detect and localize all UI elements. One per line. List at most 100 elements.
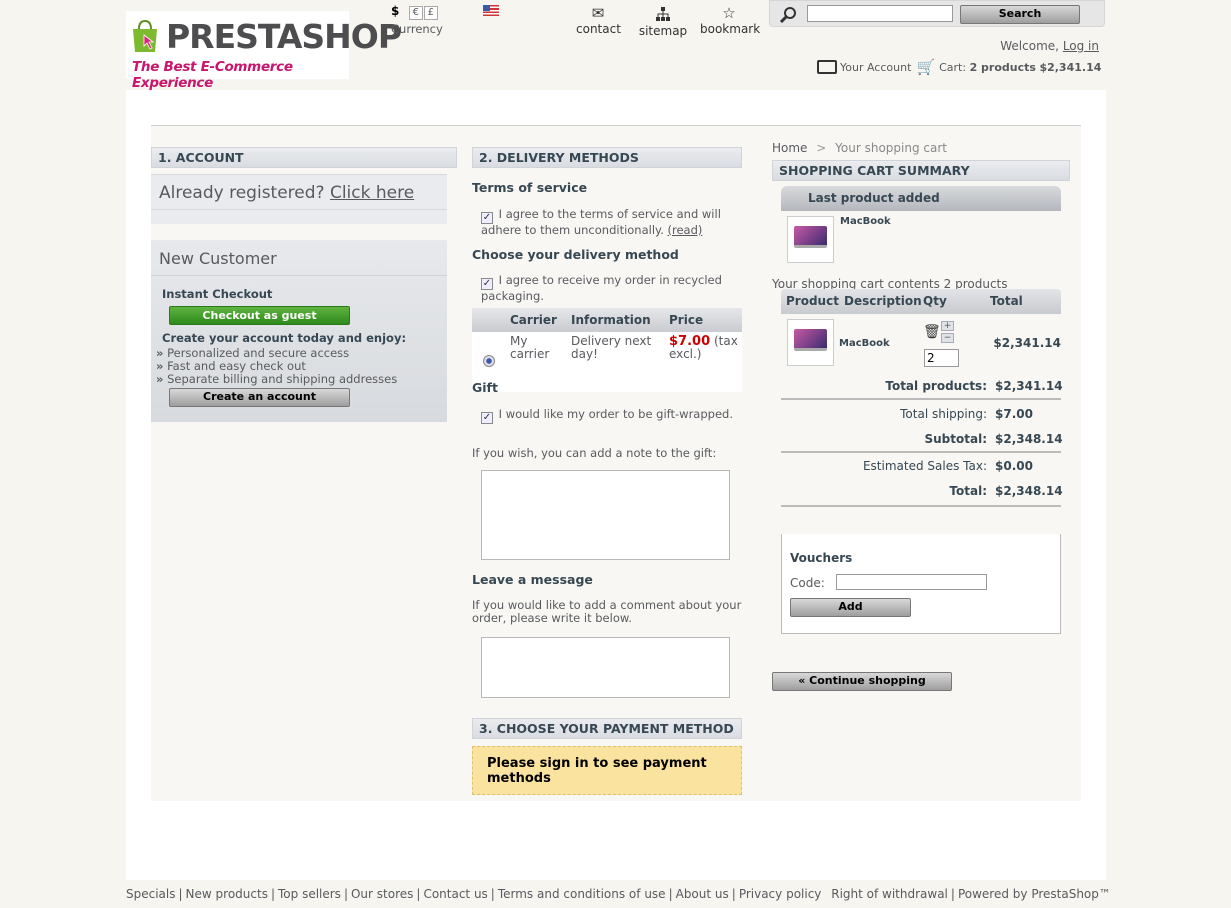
vouchers-box: Vouchers Code: Add	[781, 534, 1061, 634]
last-added-thumb[interactable]	[787, 216, 834, 263]
information-col-header: Information	[567, 308, 665, 332]
store-logo[interactable]: PRESTASHOP The Best E-Commerce Experienc…	[126, 11, 402, 91]
footer-link-contact[interactable]: Contact us	[420, 887, 490, 901]
continue-shopping-button[interactable]: « Continue shopping	[772, 672, 952, 691]
instant-checkout-title: Instant Checkout	[162, 287, 273, 301]
footer-link-our-stores[interactable]: Our stores	[348, 887, 416, 901]
laptop-image	[794, 226, 827, 248]
cart-item-total: $2,341.14	[993, 336, 1061, 350]
payment-signin-notice: Please sign in to see payment methods	[472, 746, 742, 795]
bookmark-link[interactable]: ☆ bookmark	[700, 4, 760, 36]
terms-title: Terms of service	[472, 180, 588, 195]
last-added-name[interactable]: MacBook	[840, 216, 891, 227]
checkout-as-guest-button[interactable]: Checkout as guest	[169, 306, 350, 325]
new-customer-box: New Customer Instant Checkout Checkout a…	[151, 240, 447, 422]
add-voucher-button[interactable]: Add	[790, 598, 911, 617]
already-registered-box: Already registered? Click here	[151, 174, 447, 224]
order-message-textarea[interactable]	[481, 637, 730, 698]
trash-icon[interactable]: 🗑	[923, 324, 941, 340]
total-shipping-row: Total shipping: $7.00	[900, 407, 1033, 421]
footer-link-specials[interactable]: Specials	[126, 887, 179, 901]
breadcrumb: Home > Your shopping cart	[772, 141, 947, 155]
qty-increase-button[interactable]: +	[941, 321, 954, 331]
logo-name: PRESTASHOP	[166, 17, 402, 56]
leave-message-title: Leave a message	[472, 572, 593, 587]
carrier-radio[interactable]	[483, 354, 495, 367]
grand-total-row: Total: $2,348.14	[949, 484, 1063, 498]
benefits-list: » Personalized and secure access » Fast …	[156, 347, 397, 386]
login-toggle-link[interactable]: Click here	[330, 183, 414, 203]
qty-input[interactable]: 2	[924, 349, 959, 367]
create-account-intro: Create your account today and enjoy:	[162, 331, 407, 345]
gift-note-label: If you wish, you can add a note to the g…	[472, 446, 717, 460]
voucher-code-input[interactable]	[836, 574, 987, 590]
breadcrumb-home-link[interactable]: Home	[772, 141, 807, 155]
laptop-image	[794, 329, 827, 351]
footer-link-about[interactable]: About us	[673, 887, 732, 901]
cart-table-header: Product Description Qty Total	[781, 289, 1061, 314]
footer-link-top-sellers[interactable]: Top sellers	[275, 887, 344, 901]
qty-decrease-button[interactable]: −	[941, 333, 954, 343]
logo-tagline: The Best E-Commerce Experience	[132, 59, 293, 91]
cart-link[interactable]: Cart: 2 products $2,341.14	[939, 61, 1101, 74]
recycled-row: ✓ I agree to receive my order in recycle…	[481, 273, 722, 303]
payment-heading: 3. CHOOSE YOUR PAYMENT METHOD	[472, 718, 742, 739]
shopping-bag-icon	[133, 19, 157, 52]
total-products-row: Total products: $2,341.14	[885, 379, 1063, 393]
sitemap-link[interactable]: sitemap	[638, 4, 688, 38]
table-row: My carrier Delivery next day! $7.00 (tax…	[472, 332, 742, 392]
subtotal-row: Subtotal: $2,348.14	[924, 432, 1063, 446]
currency-selector[interactable]: $ € £ Currency	[391, 4, 443, 36]
footer-link-terms[interactable]: Terms and conditions of use	[495, 887, 669, 901]
search-button[interactable]: Search	[960, 5, 1080, 24]
account-icon	[817, 60, 837, 74]
choose-delivery-title: Choose your delivery method	[472, 247, 679, 262]
your-account-link[interactable]: Your Account	[840, 61, 911, 74]
us-flag-icon[interactable]	[483, 5, 499, 16]
account-heading: 1. ACCOUNT	[151, 147, 457, 168]
carrier-table: Carrier Information Price My carrier Del…	[472, 308, 742, 392]
gift-row: ✓ I would like my order to be gift-wrapp…	[481, 407, 733, 424]
carrier-info: Delivery next day!	[567, 332, 665, 392]
terms-read-link[interactable]: (read)	[668, 223, 703, 237]
table-row: MacBook 🗑 + − 2 $2,341.14	[781, 314, 1061, 374]
sitemap-icon	[656, 7, 670, 21]
footer-link-withdrawal[interactable]: Right of withdrawal	[828, 887, 951, 901]
cart-item-name[interactable]: MacBook	[839, 338, 890, 349]
footer-link-powered[interactable]: Powered by PrestaShop™	[955, 887, 1114, 901]
gift-title: Gift	[472, 380, 498, 395]
sales-tax-row: Estimated Sales Tax: $0.00	[862, 459, 1033, 473]
welcome-line: Welcome, Log in	[1000, 39, 1099, 53]
create-account-button[interactable]: Create an account	[169, 388, 350, 407]
carrier-name: My carrier	[506, 332, 567, 392]
login-link[interactable]: Log in	[1063, 39, 1099, 53]
currency-pound[interactable]: £	[423, 6, 438, 20]
footer-link-new-products[interactable]: New products	[183, 887, 271, 901]
search-bar: Search	[769, 0, 1105, 27]
search-input[interactable]	[807, 5, 953, 22]
cart-item-thumb[interactable]	[787, 319, 834, 366]
code-label: Code:	[790, 576, 825, 590]
footer-link-privacy[interactable]: Privacy policy	[736, 887, 825, 901]
star-icon: ☆	[722, 4, 736, 22]
last-added-title: Last product added	[781, 186, 1061, 211]
gift-message-textarea[interactable]	[481, 470, 730, 560]
account-cart-line: Your Account 🛒 Cart: 2 products $2,341.1…	[817, 58, 1101, 76]
currency-label: Currency	[391, 22, 443, 36]
contact-link[interactable]: ✉ contact	[576, 4, 621, 36]
search-icon	[780, 7, 796, 23]
currency-dollar[interactable]: $	[391, 4, 399, 18]
new-customer-title: New Customer	[159, 249, 277, 268]
carrier-col-header: Carrier	[506, 308, 567, 332]
vouchers-title: Vouchers	[790, 551, 853, 565]
cart-icon: 🛒	[916, 58, 936, 76]
gift-checkbox[interactable]: ✓	[481, 412, 493, 424]
price-col-header: Price	[665, 308, 742, 332]
cart-summary-heading: SHOPPING CART SUMMARY	[772, 160, 1070, 181]
leave-message-text: If you would like to add a comment about…	[472, 598, 742, 625]
envelope-icon: ✉	[591, 4, 605, 22]
list-item: » Separate billing and shipping addresse…	[156, 372, 398, 386]
footer-links: Specials | New products | Top sellers | Our st…	[126, 887, 1114, 901]
currency-euro[interactable]: €	[408, 6, 423, 20]
delivery-heading: 2. DELIVERY METHODS	[472, 147, 742, 168]
